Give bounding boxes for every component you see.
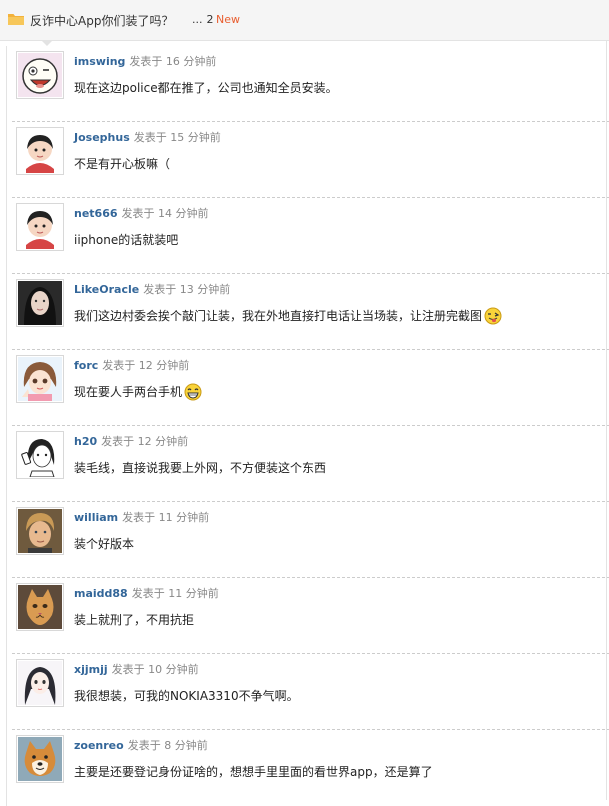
pagination-ellipsis: ... <box>192 13 203 26</box>
user-avatar[interactable] <box>16 127 64 175</box>
post-time: 发表于 10 分钟前 <box>111 663 199 676</box>
shiba-dog-avatar <box>18 737 62 781</box>
new-badge: New <box>216 13 240 26</box>
list-item: net666 发表于 14 分钟前 iiphone的话就装吧 <box>7 198 609 274</box>
list-item: maidd88 发表于 11 分钟前 装上就刑了，不用抗拒 <box>7 578 609 654</box>
post-message: 不是有开心板嘛（ <box>74 157 171 171</box>
username-link[interactable]: maidd88 发表于 11 分钟前 <box>74 585 219 601</box>
username[interactable]: net666 <box>74 207 118 220</box>
username-link[interactable]: Josephus 发表于 15 分钟前 <box>74 129 221 145</box>
username[interactable]: LikeOracle <box>74 283 139 296</box>
post-message: 我们这边村委会挨个敲门让装，我在外地直接打电话让当场装，让注册完截图 <box>74 307 502 325</box>
post-message: 装毛线，直接说我要上外网，不方便装这个东西 <box>74 461 327 475</box>
sketch-girl-phone-avatar <box>18 433 62 477</box>
list-item: xjjmjj 发表于 10 分钟前 我很想装，可我的NOKIA3310不争气啊。 <box>7 654 609 730</box>
user-avatar[interactable] <box>16 507 64 555</box>
username-link[interactable]: xjjmjj 发表于 10 分钟前 <box>74 661 199 677</box>
username[interactable]: xjjmjj <box>74 663 108 676</box>
user-avatar[interactable] <box>16 583 64 631</box>
user-avatar[interactable] <box>16 279 64 327</box>
page-link-2[interactable]: 2 <box>207 13 214 26</box>
username-link[interactable]: forc 发表于 12 分钟前 <box>74 357 189 373</box>
post-time: 发表于 11 分钟前 <box>122 511 210 524</box>
post-message: 主要是还要登记身份证啥的，想想手里里面的看世界app，还是算了 <box>74 765 433 779</box>
username-link[interactable]: net666 发表于 14 分钟前 <box>74 205 209 221</box>
post-message: 现在要人手两台手机 <box>74 383 202 401</box>
folder-icon <box>8 14 24 25</box>
list-item: Josephus 发表于 15 分钟前 不是有开心板嘛（ <box>7 122 609 198</box>
username-link[interactable]: william 发表于 11 分钟前 <box>74 509 209 525</box>
username-link[interactable]: imswing 发表于 16 分钟前 <box>74 53 216 69</box>
post-message: 现在这边police都在推了，公司也通知全员安装。 <box>74 81 338 95</box>
post-time: 发表于 12 分钟前 <box>101 435 189 448</box>
post-time: 发表于 11 分钟前 <box>131 587 219 600</box>
post-time: 发表于 14 分钟前 <box>121 207 209 220</box>
user-avatar[interactable] <box>16 659 64 707</box>
post-message: 装个好版本 <box>74 537 135 551</box>
username-link[interactable]: zoenreo 发表于 8 分钟前 <box>74 737 208 753</box>
username[interactable]: william <box>74 511 118 524</box>
post-time: 发表于 16 分钟前 <box>129 55 217 68</box>
username[interactable]: forc <box>74 359 98 372</box>
cartoon-face-avatar <box>18 53 62 97</box>
list-item: zoenreo 发表于 8 分钟前 主要是还要登记身份证啥的，想想手里里面的看世界… <box>7 730 609 806</box>
thread-title-link[interactable]: 反诈中心App你们装了吗？ <box>30 12 173 29</box>
list-item: imswing 发表于 16 分钟前 现在这边police都在推了，公司也通知全员… <box>7 46 609 122</box>
wink-tongue-emoji-icon <box>484 307 502 325</box>
user-avatar[interactable] <box>16 735 64 783</box>
username[interactable]: maidd88 <box>74 587 128 600</box>
post-message: iiphone的话就装吧 <box>74 233 179 247</box>
list-item: forc 发表于 12 分钟前 现在要人手两台手机 <box>7 350 609 426</box>
post-message: 装上就刑了，不用抗拒 <box>74 613 195 627</box>
post-message: 我很想装，可我的NOKIA3310不争气啊。 <box>74 689 299 703</box>
post-time: 发表于 8 分钟前 <box>127 739 208 752</box>
post-time: 发表于 15 分钟前 <box>133 131 221 144</box>
list-item: LikeOracle 发表于 13 分钟前 我们这边村委会挨个敲门让装，我在外地直… <box>7 274 609 350</box>
anime-woman-avatar <box>18 661 62 705</box>
cartoon-girl-avatar <box>18 205 62 249</box>
user-avatar[interactable] <box>16 431 64 479</box>
user-avatar[interactable] <box>16 51 64 99</box>
post-message-text: 我们这边村委会挨个敲门让装，我在外地直接打电话让当场装，让注册完截图 <box>74 309 483 323</box>
username[interactable]: imswing <box>74 55 125 68</box>
list-item: h20 发表于 12 分钟前 装毛线，直接说我要上外网，不方便装这个东西 <box>7 426 609 502</box>
reply-list: imswing 发表于 16 分钟前 现在这边police都在推了，公司也通知全员… <box>6 46 609 806</box>
username[interactable]: zoenreo <box>74 739 124 752</box>
post-time: 发表于 12 分钟前 <box>102 359 190 372</box>
cat-avatar <box>18 585 62 629</box>
user-avatar[interactable] <box>16 203 64 251</box>
thread-header: 反诈中心App你们装了吗？ ... 2 New <box>0 0 609 41</box>
right-border <box>606 40 607 800</box>
user-avatar[interactable] <box>16 355 64 403</box>
photo-woman-avatar <box>18 281 62 325</box>
anime-girl-avatar <box>18 357 62 401</box>
list-item: william 发表于 11 分钟前 装个好版本 <box>7 502 609 578</box>
username-link[interactable]: h20 发表于 12 分钟前 <box>74 433 188 449</box>
post-message-text: 现在要人手两台手机 <box>74 385 183 399</box>
username[interactable]: h20 <box>74 435 97 448</box>
grin-emoji-icon <box>184 383 202 401</box>
pagination: ... 2 <box>192 13 214 26</box>
username-link[interactable]: LikeOracle 发表于 13 分钟前 <box>74 281 230 297</box>
photo-man-avatar <box>18 509 62 553</box>
cartoon-girl-avatar <box>18 129 62 173</box>
username[interactable]: Josephus <box>74 131 130 144</box>
post-time: 发表于 13 分钟前 <box>143 283 231 296</box>
